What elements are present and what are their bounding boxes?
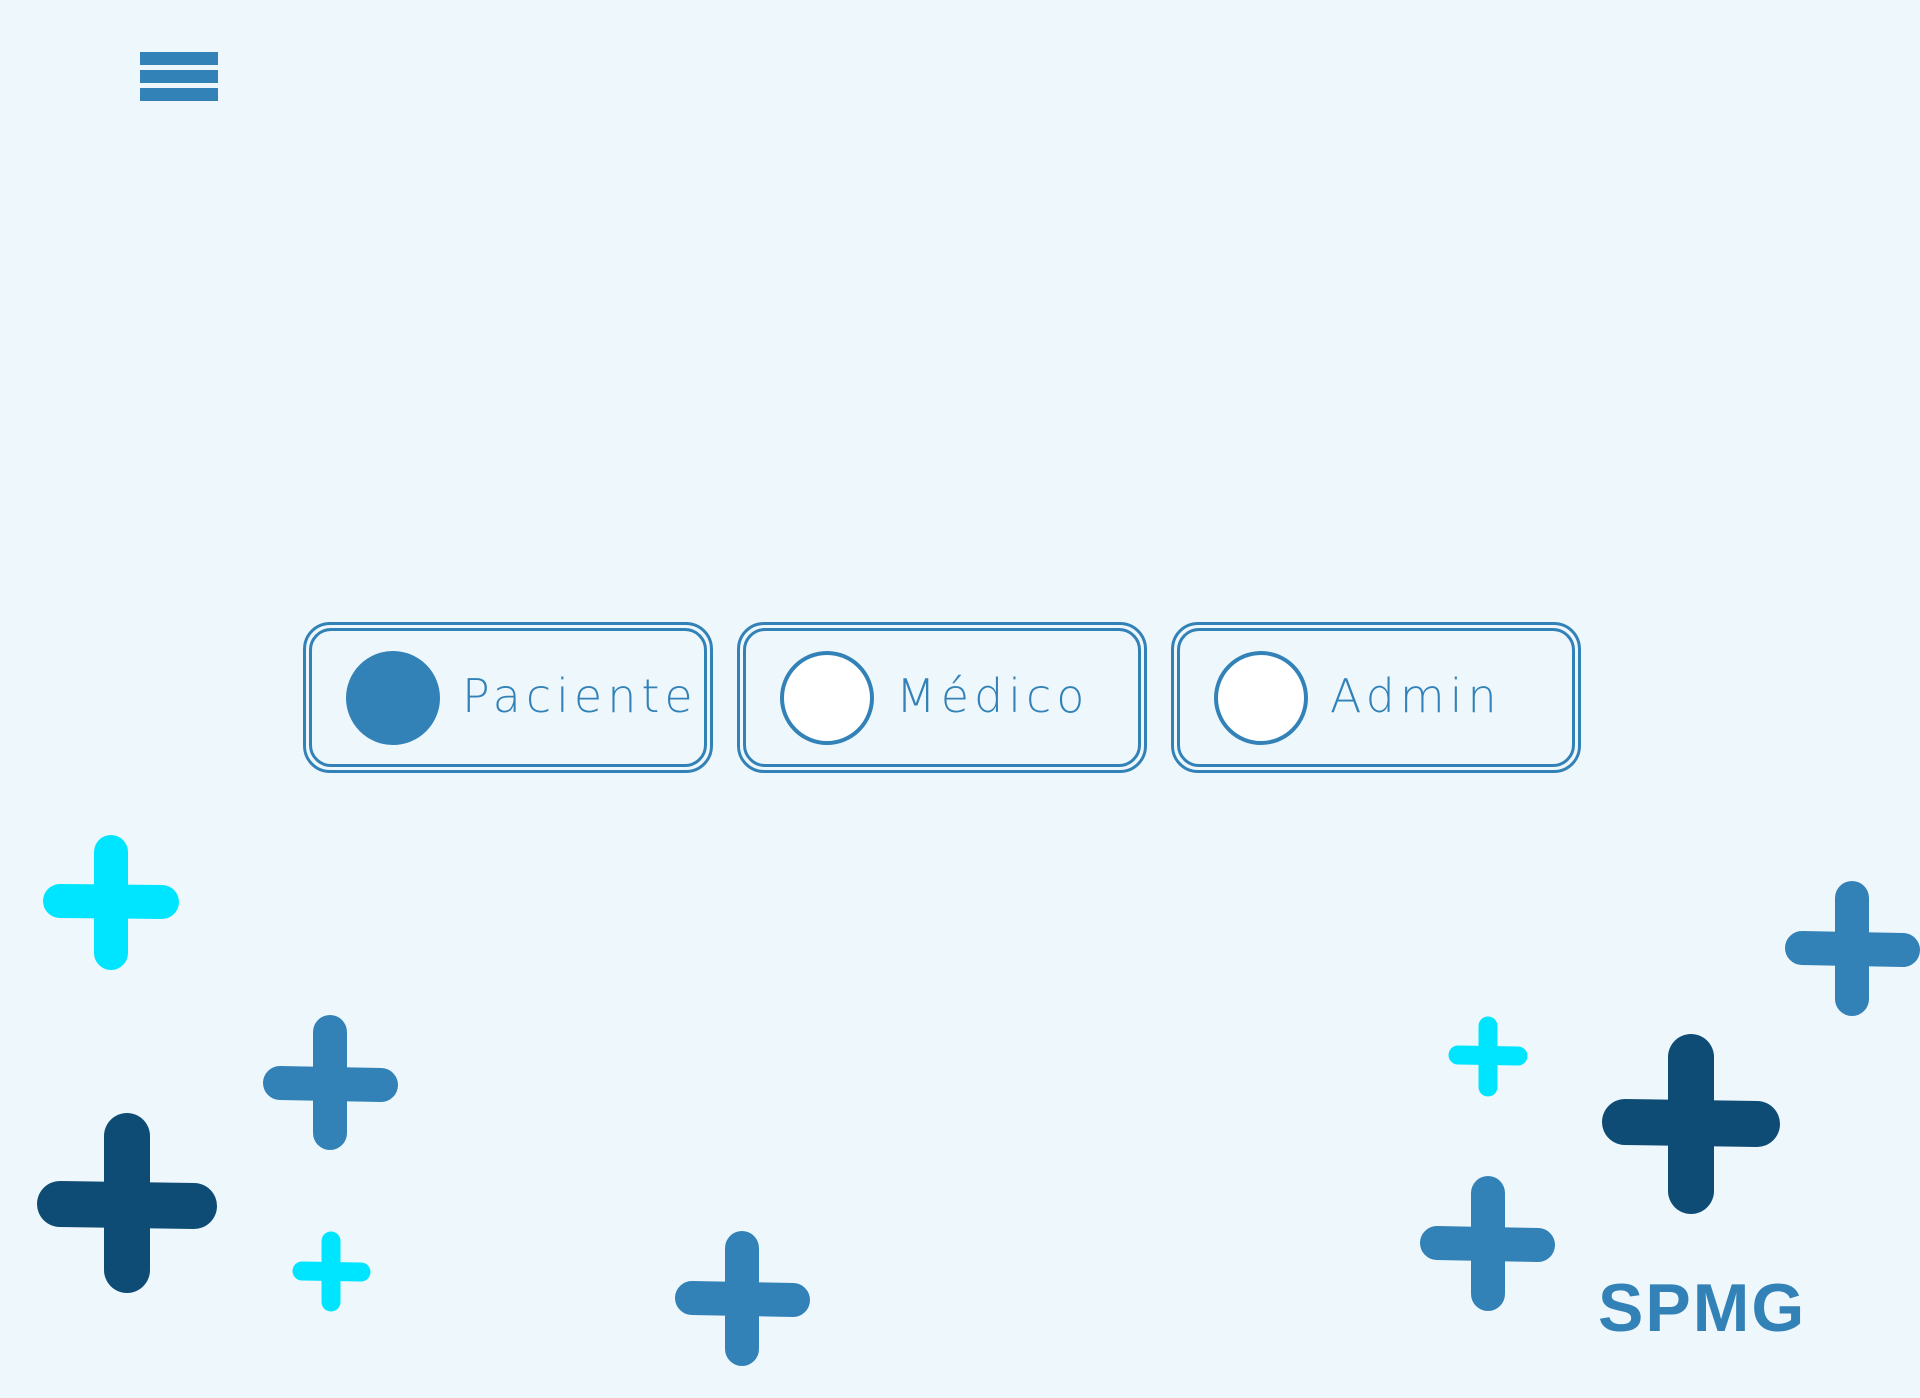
- plus-decorations: [37, 835, 1920, 1366]
- plus-icon: [263, 1015, 398, 1150]
- plus-icon: [1602, 1034, 1780, 1214]
- plus-icon: [1448, 1016, 1528, 1097]
- plus-icon: [43, 835, 179, 970]
- plus-icon: [37, 1113, 217, 1293]
- brand-logo: SPMG: [1598, 1270, 1807, 1346]
- plus-icon: [1420, 1176, 1555, 1311]
- plus-icon: [1785, 881, 1920, 1016]
- plus-icon: [292, 1231, 371, 1312]
- plus-icon: [675, 1231, 810, 1366]
